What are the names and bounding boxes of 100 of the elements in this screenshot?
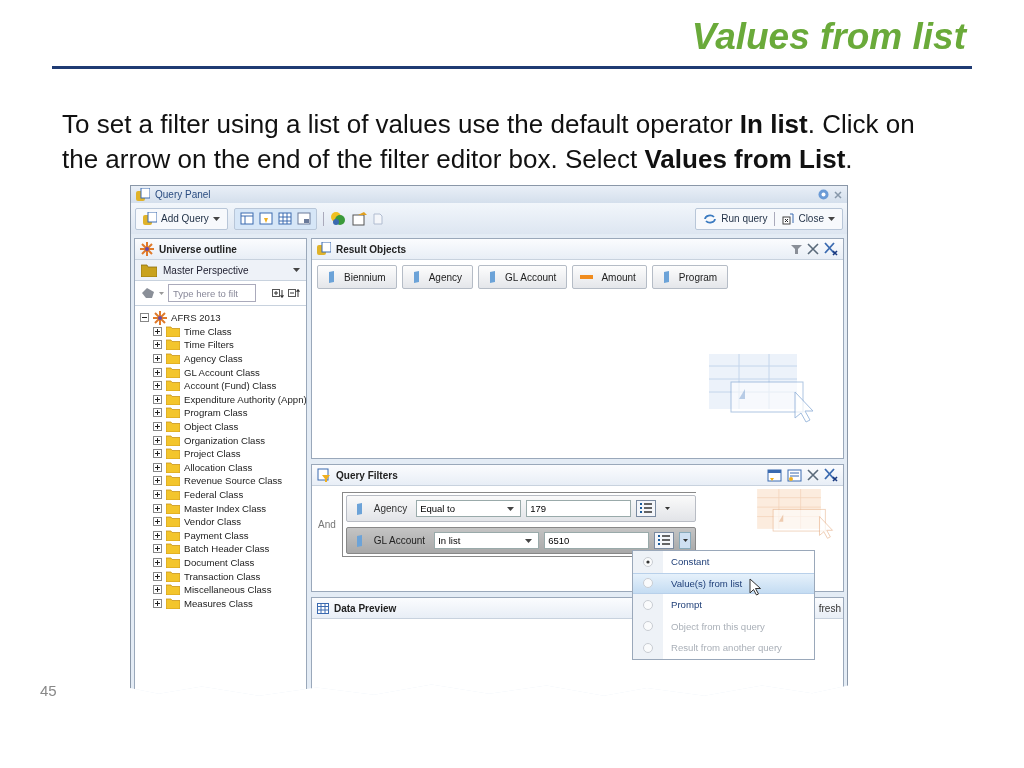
expand-icon[interactable] <box>153 490 162 499</box>
caret-icon <box>828 216 835 221</box>
result-object-chip[interactable]: Agency <box>401 265 474 289</box>
expand-icon[interactable] <box>153 435 162 445</box>
filter-field[interactable]: Type here to filt <box>168 284 256 302</box>
expand-icon[interactable] <box>153 544 162 554</box>
result-object-chip[interactable]: GL Account <box>478 265 568 289</box>
radio-button[interactable] <box>643 556 653 567</box>
radio-button[interactable] <box>643 578 653 589</box>
expand-icon[interactable] <box>153 558 162 567</box>
expand-icon[interactable] <box>153 422 162 432</box>
expand-icon[interactable] <box>153 530 162 540</box>
value-list-button[interactable] <box>654 532 675 549</box>
expand-icon[interactable] <box>153 462 162 472</box>
close-icon[interactable] <box>807 469 819 481</box>
tree-item[interactable]: Vendor Class <box>184 516 242 528</box>
help-icon[interactable] <box>818 189 829 200</box>
caret-icon[interactable] <box>159 291 164 295</box>
tree-item[interactable]: Allocation Class <box>184 461 253 473</box>
tree-item[interactable]: Program Class <box>184 407 248 419</box>
tree-item[interactable]: Federal Class <box>184 489 244 500</box>
tree-item[interactable]: Payment Class <box>184 529 249 541</box>
tree-item[interactable]: Organization Class <box>184 434 266 446</box>
expand-icon[interactable] <box>153 503 162 513</box>
run-query-button[interactable]: Run query <box>701 209 770 228</box>
tree-item[interactable]: Time Filters <box>184 339 234 351</box>
universe-icon <box>140 242 154 256</box>
value-source-button[interactable] <box>679 532 692 549</box>
value-list-button[interactable] <box>636 500 657 517</box>
close-button[interactable]: Close <box>780 209 837 228</box>
tree-item[interactable]: AFRS 2013 <box>171 312 221 324</box>
folder-icon <box>166 516 180 528</box>
collapse-icon[interactable] <box>140 313 149 323</box>
tree-item[interactable]: Expenditure Authority (Appn) <box>184 393 307 405</box>
refresh-link[interactable]: fresh <box>818 602 841 614</box>
expand-icon[interactable] <box>153 449 162 459</box>
tree-item[interactable]: Master Index Class <box>184 502 267 514</box>
filter-icon[interactable] <box>791 243 802 255</box>
expand-all-icon[interactable] <box>272 288 284 298</box>
radio-button[interactable] <box>643 599 653 610</box>
menu-item: Result from another query <box>633 637 814 659</box>
expand-icon[interactable] <box>153 517 162 527</box>
menu-item[interactable]: Prompt <box>633 594 814 616</box>
table-icon[interactable] <box>277 212 292 225</box>
folder-icon <box>166 584 180 596</box>
panel-title: Data Preview <box>334 602 397 614</box>
value-field[interactable]: 179 <box>526 500 632 517</box>
folder-icon <box>166 407 180 419</box>
window-title: Query Panel <box>155 189 211 200</box>
perspective-dropdown[interactable]: Master Perspective <box>135 260 306 281</box>
tree-item[interactable]: Object Class <box>184 421 239 433</box>
folder-icon <box>166 570 180 582</box>
expand-icon[interactable] <box>153 598 162 608</box>
result-object-chip[interactable]: Biennium <box>317 265 397 289</box>
expand-icon[interactable] <box>153 367 162 377</box>
add-filter-icon[interactable] <box>767 468 782 482</box>
folder-icon <box>166 325 180 337</box>
tree-item[interactable]: Batch Header Class <box>184 543 270 555</box>
tree-item[interactable]: Measures Class <box>184 597 253 609</box>
expand-icon[interactable] <box>153 585 162 595</box>
tree-item[interactable]: Transaction Class <box>184 570 261 582</box>
filter-row[interactable]: GL Account In list 6510 <box>345 527 697 554</box>
expand-icon[interactable] <box>153 408 162 418</box>
tree-item[interactable]: GL Account Class <box>184 366 260 378</box>
collapse-all-icon[interactable] <box>288 288 300 298</box>
folder-icon <box>166 502 180 514</box>
result-object-chip[interactable]: Program <box>651 265 729 289</box>
expand-icon[interactable] <box>153 340 162 350</box>
operator-dropdown[interactable]: In list <box>434 532 540 549</box>
menu-item[interactable]: Value(s) from list <box>633 572 814 594</box>
tree-item[interactable]: Revenue Source Class <box>184 475 283 487</box>
clear-icon[interactable] <box>824 468 838 482</box>
value-field[interactable]: 6510 <box>544 532 650 549</box>
layout-icon[interactable] <box>239 212 254 225</box>
folder-icon <box>166 475 180 487</box>
expand-icon[interactable] <box>153 381 162 391</box>
filter-object: GL Account <box>372 535 427 546</box>
tree-item[interactable]: Agency Class <box>184 353 243 365</box>
operator-dropdown[interactable]: Equal to <box>416 500 522 517</box>
result-object-chip[interactable]: Amount <box>572 265 647 289</box>
folder-icon <box>166 489 180 500</box>
folder-icon <box>166 557 180 568</box>
tree-item[interactable]: Time Class <box>184 325 232 337</box>
caret-icon <box>293 268 300 272</box>
tree-item[interactable]: Account (Fund) Class <box>184 380 277 392</box>
clear-icon[interactable] <box>824 242 838 256</box>
expand-icon[interactable] <box>153 571 162 581</box>
expand-icon[interactable] <box>153 394 162 404</box>
filter-row[interactable]: Agency Equal to 179 <box>345 495 697 522</box>
expand-icon[interactable] <box>153 476 162 486</box>
caret-icon <box>525 538 533 543</box>
expand-icon[interactable] <box>153 326 162 336</box>
menu-item[interactable]: Constant <box>633 551 814 573</box>
panel-title: Universe outline <box>159 243 237 255</box>
expand-icon[interactable] <box>153 354 162 364</box>
tree-item[interactable]: Project Class <box>184 448 241 460</box>
close-icon[interactable] <box>807 243 819 255</box>
preview-pane-icon[interactable] <box>296 212 311 225</box>
tree-item[interactable]: Miscellaneous Class <box>184 584 272 596</box>
tree-item[interactable]: Document Class <box>184 557 255 568</box>
